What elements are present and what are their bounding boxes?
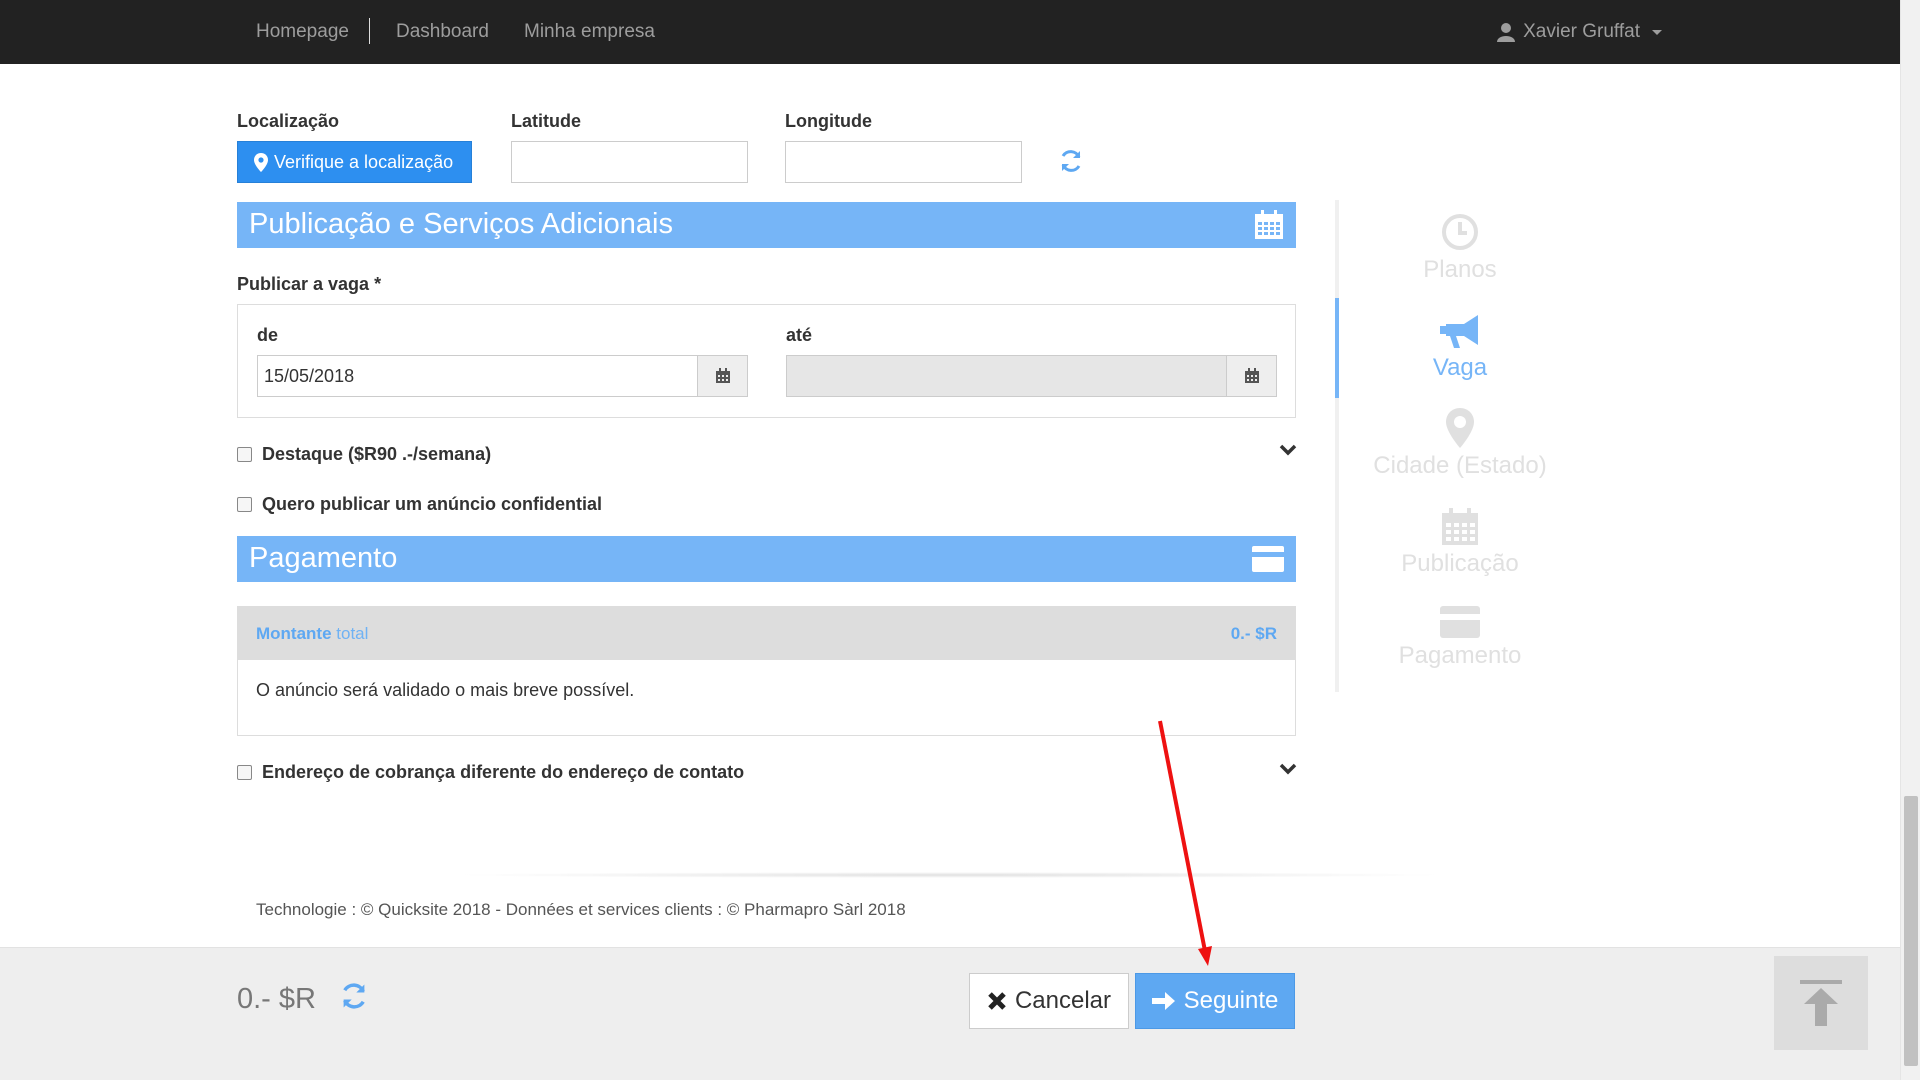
step-publication-label: Publicação xyxy=(1401,550,1519,577)
arrow-up-icon xyxy=(1800,980,1842,1026)
validation-note: O anúncio será validado o mais breve pos… xyxy=(256,680,635,700)
top-navbar: Homepage Dashboard Minha empresa Xavier … xyxy=(0,0,1900,64)
confidential-checkbox[interactable] xyxy=(237,497,252,512)
location-label: Localização xyxy=(237,111,340,131)
clock-icon xyxy=(1442,214,1478,250)
scrollbar-thumb[interactable] xyxy=(1904,796,1918,1066)
step-city[interactable]: Cidade (Estado) xyxy=(1340,408,1580,480)
payment-section-header: Pagamento xyxy=(237,536,1296,582)
nav-divider xyxy=(369,18,370,44)
publish-job-label: Publicar a vaga * xyxy=(237,274,382,294)
publish-dates-panel: de 15/05/2018 até xyxy=(237,304,1296,418)
from-label: de xyxy=(257,325,279,345)
publication-section-header: Publicação e Serviços Adicionais xyxy=(237,202,1296,248)
latitude-input[interactable] xyxy=(511,141,748,183)
megaphone-icon xyxy=(1440,315,1478,348)
to-label: até xyxy=(786,325,813,345)
payment-summary-panel: Montante total 0.- $R O anúncio será val… xyxy=(237,606,1296,736)
chevron-down-icon[interactable] xyxy=(1279,763,1297,777)
calendar-icon xyxy=(1244,368,1259,383)
nav-company-link[interactable]: Minha empresa xyxy=(524,21,655,43)
refresh-icon[interactable] xyxy=(1058,148,1084,174)
calendar-icon xyxy=(1442,508,1478,545)
amount-value: 0.- $R xyxy=(1230,623,1277,643)
page-scrollbar[interactable] xyxy=(1900,0,1920,1080)
credit-card-icon xyxy=(1252,546,1284,572)
confidential-option-label[interactable]: Quero publicar um anúncio confidential xyxy=(262,494,602,515)
map-marker-icon xyxy=(254,152,268,172)
payment-section-title: Pagamento xyxy=(249,542,398,574)
highlight-checkbox[interactable] xyxy=(237,447,252,462)
bottom-total-amount: 0.- $R xyxy=(237,983,316,1015)
publication-section-title: Publicação e Serviços Adicionais xyxy=(249,208,673,240)
billing-address-option-label[interactable]: Endereço de cobrança diferente do endere… xyxy=(262,762,744,783)
steps-active-indicator xyxy=(1335,298,1339,398)
footer-copyright: Technologie : © Quicksite 2018 - Données… xyxy=(256,900,906,919)
steps-track xyxy=(1335,200,1339,692)
user-menu[interactable]: Xavier Gruffat xyxy=(1497,21,1662,43)
from-date-picker-button[interactable] xyxy=(698,355,748,397)
credit-card-icon xyxy=(1440,606,1480,638)
step-plans-label: Planos xyxy=(1423,256,1497,283)
amount-label: Montante xyxy=(256,623,332,643)
next-button-label: Seguinte xyxy=(1183,987,1279,1014)
highlight-option-label[interactable]: Destaque ($R90 .-/semana) xyxy=(262,444,491,465)
step-publication[interactable]: Publicação xyxy=(1340,508,1580,578)
from-date-input[interactable]: 15/05/2018 xyxy=(257,355,698,397)
user-name: Xavier Gruffat xyxy=(1523,21,1640,42)
calendar-icon xyxy=(1255,210,1283,239)
caret-down-icon xyxy=(1652,29,1662,35)
scroll-to-top-button[interactable] xyxy=(1774,956,1868,1050)
step-job-label: Vaga xyxy=(1432,354,1488,381)
step-payment[interactable]: Pagamento xyxy=(1340,606,1580,670)
step-payment-label: Pagamento xyxy=(1398,642,1522,669)
to-date-picker-button[interactable] xyxy=(1227,355,1277,397)
billing-address-checkbox[interactable] xyxy=(237,765,252,780)
calendar-icon xyxy=(715,368,730,383)
to-date-input[interactable] xyxy=(786,355,1227,397)
verify-location-button[interactable]: Verifique a localização xyxy=(237,141,472,183)
longitude-input[interactable] xyxy=(785,141,1022,183)
verify-location-label: Verifique a localização xyxy=(274,151,454,172)
from-date-group: 15/05/2018 xyxy=(257,355,748,397)
step-plans[interactable]: Planos xyxy=(1340,212,1580,284)
map-marker-icon xyxy=(1446,408,1474,448)
nav-homepage-link[interactable]: Homepage xyxy=(256,21,349,43)
footer-divider xyxy=(450,872,1450,878)
cancel-button-label: Cancelar xyxy=(1014,987,1112,1014)
close-icon xyxy=(988,992,1006,1010)
arrow-right-icon xyxy=(1151,992,1175,1010)
next-button[interactable]: Seguinte xyxy=(1135,973,1295,1029)
longitude-label: Longitude xyxy=(785,111,872,131)
amount-label-suffix: total xyxy=(336,623,369,643)
payment-total-row: Montante total 0.- $R xyxy=(238,607,1295,660)
step-job[interactable]: Vaga xyxy=(1340,312,1580,382)
step-city-label: Cidade (Estado) xyxy=(1373,452,1547,479)
latitude-label: Latitude xyxy=(511,111,581,131)
refresh-icon[interactable] xyxy=(339,981,369,1011)
chevron-down-icon[interactable] xyxy=(1279,444,1297,458)
to-date-group xyxy=(786,355,1277,397)
user-icon xyxy=(1497,23,1516,42)
nav-dashboard-link[interactable]: Dashboard xyxy=(396,21,489,43)
cancel-button[interactable]: Cancelar xyxy=(969,973,1129,1029)
